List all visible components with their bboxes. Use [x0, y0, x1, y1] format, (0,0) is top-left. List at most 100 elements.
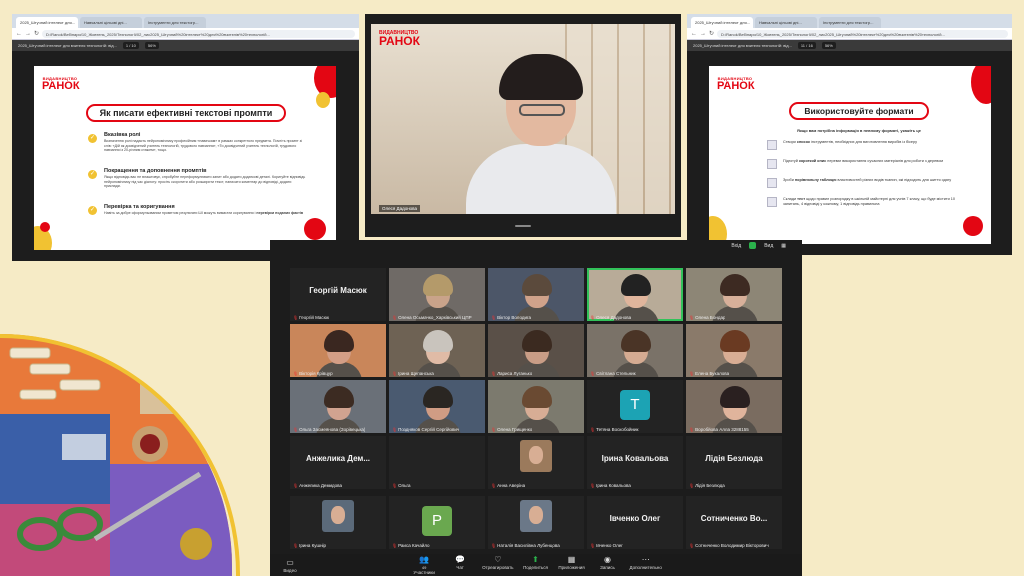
participant-tile[interactable]: 🎙Віктор Володига: [488, 268, 584, 321]
participant-name: 🎙Олена Осьмачко_Харківський ЦПР: [392, 315, 472, 320]
drag-handle[interactable]: [515, 225, 531, 227]
participant-label: Анжелика Демидова: [299, 483, 343, 488]
pdf-toolbar: 2025_Штучний інтелект для вчителя технол…: [687, 40, 1012, 51]
participant-name: 🎙Лідія Безлюда: [689, 483, 725, 488]
page-indicator[interactable]: 11 / 16: [797, 42, 816, 49]
browser-tab[interactable]: Інструменти для текстогр...: [144, 17, 206, 28]
participant-label: Раиса Качайло: [398, 543, 430, 548]
browser-tab[interactable]: 2025_Штучний інтелект для...: [691, 17, 753, 28]
participant-display-name: Ірина Ковальова: [601, 454, 669, 463]
participant-tile[interactable]: 🎙Ольга: [389, 436, 485, 489]
participant-tile[interactable]: 🎙Ірина Щепанська: [389, 324, 485, 377]
enter-button[interactable]: Вхід: [731, 243, 741, 249]
security-shield-icon[interactable]: [749, 242, 757, 249]
back-icon[interactable]: ←: [691, 31, 697, 37]
toolbar-button[interactable]: 👥 49 Участники: [410, 555, 438, 575]
participant-name: 🎙Воробйова Алла 3288155: [689, 427, 749, 432]
section-verify: Перевірка та коригування Навіть за добре…: [104, 204, 304, 215]
participant-tile[interactable]: 🎙Воробйова Алла 3288155: [686, 380, 782, 433]
test-icon: [767, 197, 777, 207]
zoom-toolbar: ▭ Видео 👥 49 Участники 💬 Чат ♡ Отреагировать ⬆ По…: [270, 554, 802, 576]
toolbar-icon: ⋯: [641, 555, 650, 564]
toolbar-label: Дополнительно: [629, 565, 662, 570]
participant-name: 🎙Поздняков Сергій Сергійович: [392, 427, 459, 432]
participant-name: 🎙Віктор Володига: [491, 315, 531, 320]
participant-label: Ольга: [398, 483, 411, 488]
participant-tile[interactable]: Ірина Ковальова 🎙Ірина Ковальова: [587, 436, 683, 489]
photo-face: [529, 446, 543, 464]
participant-tile[interactable]: T 🎙Тетяна Воскобойник: [587, 380, 683, 433]
participant-name: 🎙Світлана Стельник: [590, 371, 636, 376]
reload-icon[interactable]: ↻: [34, 30, 39, 37]
mic-muted-icon: 🎙: [392, 315, 398, 320]
browser-tab[interactable]: Інструменти для текстогр...: [819, 17, 881, 28]
back-icon[interactable]: ←: [16, 31, 22, 37]
participant-label: Олена Грищенко: [497, 427, 533, 432]
participant-tile[interactable]: 🎙Вікторія Крівцур: [290, 324, 386, 377]
ranok-logo: ВИДАВНИЦТВО РАНОК: [717, 76, 755, 92]
participant-tile[interactable]: 🎙Олеся Дадонова: [587, 268, 683, 321]
participant-display-name: Сотниченко Во...: [700, 514, 768, 523]
participant-label: Сотниченко Володимир Вікторович: [695, 543, 769, 548]
toolbar-label: Запись: [600, 565, 615, 570]
zoom-level[interactable]: 56%: [821, 42, 836, 49]
check-icon: ✓: [88, 206, 97, 215]
mic-muted-icon: 🎙: [293, 427, 299, 432]
participant-tile[interactable]: 🎙Ольга Засмеянова (Зорівецька): [290, 380, 386, 433]
participant-label: Світлана Стельник: [596, 371, 636, 376]
page-indicator[interactable]: 1 / 10: [122, 42, 139, 49]
browser-tabs: 2025_Штучний інтелект для... Навчальні ц…: [12, 14, 359, 28]
participant-tile[interactable]: 🎙Олена Бондар: [686, 268, 782, 321]
participant-tile[interactable]: Сотниченко Во... 🎙Сотниченко Володимир Ві…: [686, 496, 782, 549]
mic-muted-icon: 🎙: [491, 315, 497, 320]
reload-icon[interactable]: ↻: [709, 30, 714, 37]
toolbar-button[interactable]: ♡ Отреагировать: [482, 555, 513, 575]
toolbar-button[interactable]: ▭ Видео: [276, 558, 304, 573]
participant-tile[interactable]: 🎙Поздняков Сергій Сергійович: [389, 380, 485, 433]
browser-tab[interactable]: Навчальні цільові дні...: [80, 17, 142, 28]
participant-hair: [522, 386, 552, 408]
participant-label: Георгій Масюк: [299, 315, 330, 320]
format-row-test: Склади тест щодо правил розпорядку в шкі…: [767, 197, 962, 207]
participant-name: 🎙Олена Грищенко: [491, 427, 532, 432]
toolbar-button[interactable]: ▦ Приложения: [558, 555, 586, 575]
participant-name: 🎙Раиса Качайло: [392, 543, 430, 548]
grid-icon[interactable]: ▦: [781, 243, 786, 249]
mic-muted-icon: 🎙: [293, 543, 299, 548]
url-field[interactable]: D:/Ranok/Вебінари/10_Жовтень_2025/Технол…: [717, 29, 1008, 38]
participant-tile[interactable]: Івченко Олег 🎙Івченко Олег: [587, 496, 683, 549]
participant-tile[interactable]: Георгій Масюк 🎙Георгій Масюк: [290, 268, 386, 321]
toolbar-button[interactable]: ⋯ Дополнительно: [630, 555, 662, 575]
participant-hair: [621, 330, 651, 352]
participant-tile[interactable]: 🎙Елена Букалова: [686, 324, 782, 377]
toolbar-label: Чат: [456, 565, 464, 570]
speaker-name: Олеся Дадонова: [379, 205, 421, 212]
participant-name: 🎙Анжелика Демидова: [293, 483, 342, 488]
participant-tile[interactable]: 🎙Наталія Василівна Лубенцова: [488, 496, 584, 549]
participant-tile[interactable]: Анжелика Дем... 🎙Анжелика Демидова: [290, 436, 386, 489]
participant-tile[interactable]: 🎙Ірина Кушнір: [290, 496, 386, 549]
toolbar-button[interactable]: 💬 Чат: [446, 555, 474, 575]
toolbar-button[interactable]: ◉ Запись: [594, 555, 622, 575]
participant-tile[interactable]: Лідія Безлюда 🎙Лідія Безлюда: [686, 436, 782, 489]
participant-tile[interactable]: 🎙Анна Аверіна: [488, 436, 584, 489]
browser-tab[interactable]: Навчальні цільові дні...: [755, 17, 817, 28]
participant-tile[interactable]: 🎙Світлана Стельник: [587, 324, 683, 377]
browser-tab[interactable]: 2025_Штучний інтелект для...: [16, 17, 78, 28]
shared-screen-left: 2025_Штучний інтелект для... Навчальні ц…: [12, 14, 359, 261]
mic-muted-icon: 🎙: [293, 371, 299, 376]
participant-tile[interactable]: 🎙Лариса Луганько: [488, 324, 584, 377]
participant-tile[interactable]: P 🎙Раиса Качайло: [389, 496, 485, 549]
participant-tile[interactable]: 🎙Олена Грищенко: [488, 380, 584, 433]
participant-name: 🎙Ірина Ковальова: [590, 483, 631, 488]
view-button[interactable]: Вид: [764, 243, 773, 249]
participant-tile[interactable]: 🎙Олена Осьмачко_Харківський ЦПР: [389, 268, 485, 321]
slide-title: Як писати ефективні текстові промпти: [86, 104, 290, 124]
toolbar-button[interactable]: ⬆ Поделиться: [522, 555, 550, 575]
participant-hair: [621, 274, 651, 296]
zoom-level[interactable]: 56%: [144, 42, 159, 49]
forward-icon[interactable]: →: [25, 31, 31, 37]
participant-label: Анна Аверіна: [497, 483, 526, 488]
url-field[interactable]: D:/Ranok/Вебінари/10_Жовтень_2025/Технол…: [42, 29, 355, 38]
forward-icon[interactable]: →: [700, 31, 706, 37]
